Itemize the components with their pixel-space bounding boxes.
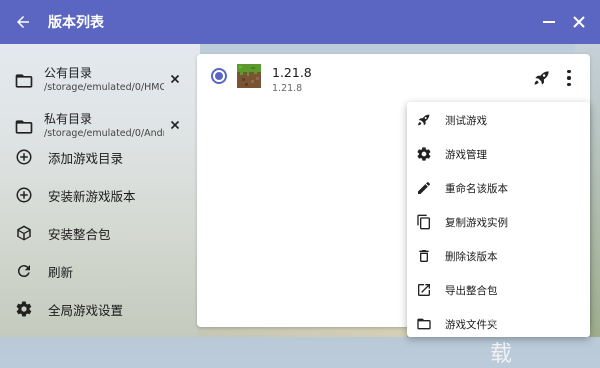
version-context-menu: 测试游戏 游戏管理 重命名该版本 复制游戏实例 删除该版本 导出整合包 游戏文件… [407, 102, 590, 337]
add-circle-icon [12, 183, 36, 207]
background-bottom [197, 327, 407, 337]
menu-label: 导出整合包 [445, 284, 498, 297]
remove-dir-button[interactable] [168, 118, 182, 132]
grass-block-icon [237, 64, 261, 88]
dir-path: /storage/emulated/0/Andr... [44, 128, 164, 139]
page-title: 版本列表 [48, 15, 104, 31]
install-modpack-button[interactable]: 安装整合包 [10, 220, 190, 246]
dir-path: /storage/emulated/0/HMC... [44, 82, 164, 93]
more-options-button[interactable] [563, 68, 575, 88]
sidebar-dir-private[interactable]: 私有目录 /storage/emulated/0/Andr... [10, 108, 190, 148]
nav-label: 全局游戏设置 [48, 302, 124, 318]
folder-icon [12, 115, 36, 139]
menu-item-test-game[interactable]: 测试游戏 [407, 103, 590, 137]
package-icon [12, 221, 36, 245]
nav-label: 刷新 [48, 264, 74, 280]
gear-icon [414, 144, 434, 164]
menu-label: 测试游戏 [445, 114, 487, 127]
version-name: 1.21.8 [272, 65, 312, 80]
close-icon [170, 120, 180, 130]
close-icon [170, 74, 180, 84]
copy-icon [414, 212, 434, 232]
menu-label: 重命名该版本 [445, 182, 508, 195]
watermark: 95一听下载 [490, 304, 600, 368]
menu-item-copy-instance[interactable]: 复制游戏实例 [407, 205, 590, 239]
export-icon [414, 280, 434, 300]
folder-icon [12, 69, 36, 93]
menu-label: 游戏管理 [445, 148, 487, 161]
remove-dir-button[interactable] [168, 72, 182, 86]
nav-label: 安装整合包 [48, 226, 111, 242]
menu-label: 删除该版本 [445, 250, 498, 263]
add-game-dir-button[interactable]: 添加游戏目录 [10, 144, 190, 170]
back-button[interactable] [12, 11, 34, 33]
sidebar: 公有目录 /storage/emulated/0/HMC... 私有目录 /st… [0, 44, 192, 337]
pencil-icon [414, 178, 434, 198]
menu-item-delete[interactable]: 删除该版本 [407, 239, 590, 273]
version-row[interactable]: 1.21.8 1.21.8 [197, 54, 590, 104]
menu-item-export-modpack[interactable]: 导出整合包 [407, 273, 590, 307]
dir-name: 私有目录 [44, 112, 93, 126]
menu-item-rename[interactable]: 重命名该版本 [407, 171, 590, 205]
global-settings-button[interactable]: 全局游戏设置 [10, 296, 190, 322]
nav-label: 添加游戏目录 [48, 150, 124, 166]
trash-icon [414, 246, 434, 266]
folder-icon [414, 314, 434, 334]
refresh-button[interactable]: 刷新 [10, 258, 190, 284]
dir-name: 公有目录 [44, 66, 93, 80]
sidebar-dir-public[interactable]: 公有目录 /storage/emulated/0/HMC... [10, 62, 190, 102]
refresh-icon [12, 259, 36, 283]
minimize-icon [543, 21, 555, 23]
menu-item-game-manage[interactable]: 游戏管理 [407, 137, 590, 171]
menu-label: 复制游戏实例 [445, 216, 508, 229]
version-radio[interactable] [211, 68, 227, 84]
close-button[interactable] [570, 13, 588, 31]
version-subtitle: 1.21.8 [272, 83, 303, 94]
minimize-button[interactable] [540, 13, 558, 31]
nav-label: 安装新游戏版本 [48, 188, 136, 204]
title-bar: 版本列表 [0, 0, 600, 44]
close-icon [573, 16, 585, 28]
arrow-left-icon [17, 16, 29, 28]
watermark-badge: 95 [490, 317, 510, 333]
rocket-icon [414, 110, 434, 130]
add-circle-icon [12, 145, 36, 169]
gear-icon [12, 297, 36, 321]
install-version-button[interactable]: 安装新游戏版本 [10, 182, 190, 208]
launch-rocket-button[interactable] [532, 68, 552, 88]
